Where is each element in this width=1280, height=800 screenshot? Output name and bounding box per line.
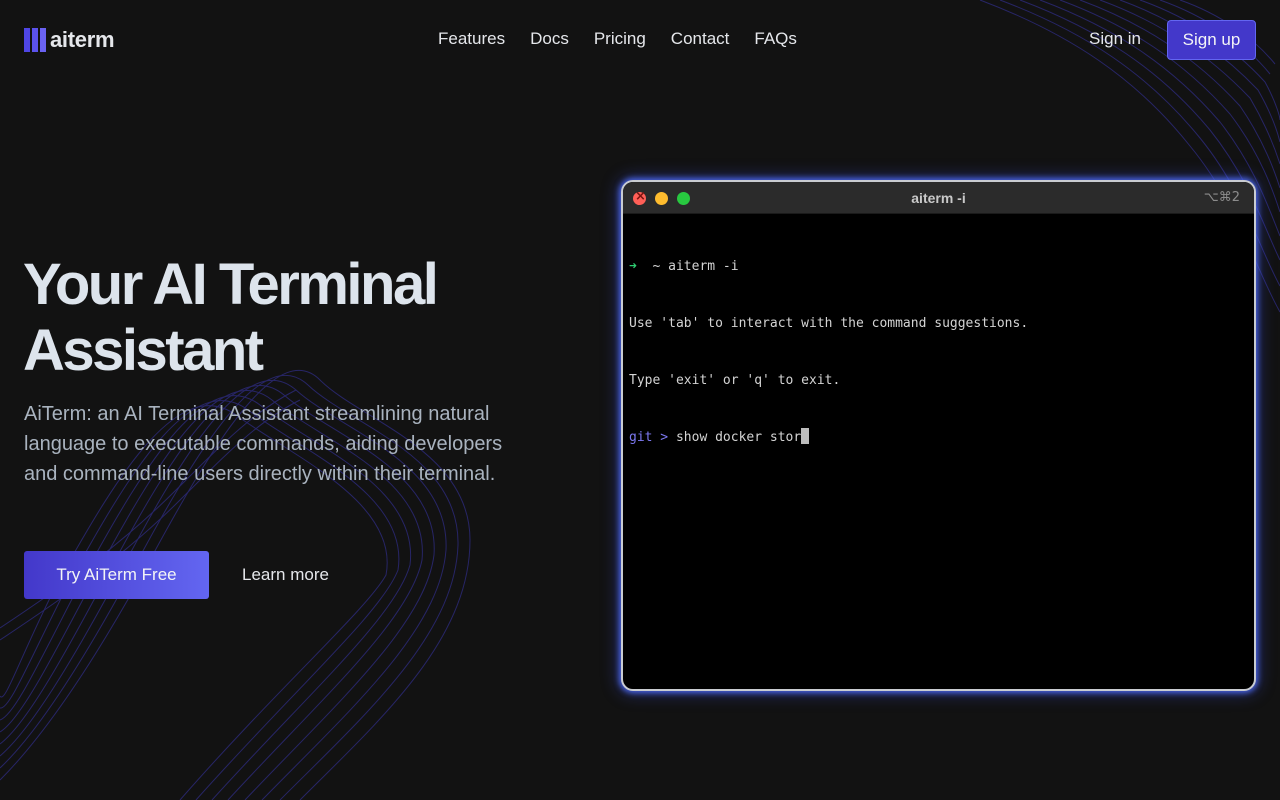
terminal-input-text: show docker stor — [675, 430, 802, 445]
hero-description: AiTerm: an AI Terminal Assistant streaml… — [24, 403, 503, 485]
prompt-dir: ~ — [652, 259, 661, 274]
terminal-window: aiterm -i ⌥⌘2 ➜ ~ aiterm -i Use 'tab' to… — [621, 180, 1256, 691]
bars-logo-icon — [24, 28, 46, 52]
brand-name: aiterm — [50, 27, 115, 52]
nav-item-pricing[interactable]: Pricing — [594, 29, 646, 49]
hero-title: Your AI Terminal Assistant — [23, 252, 543, 384]
logo-link[interactable]: aiterm — [24, 27, 115, 53]
nav-item-docs[interactable]: Docs — [530, 29, 569, 49]
terminal-input-line[interactable]: git > show docker stor — [629, 428, 1248, 447]
terminal-output-line: Type 'exit' or 'q' to exit. — [629, 373, 841, 388]
learn-more-link[interactable]: Learn more — [242, 565, 329, 585]
main-nav: Features Docs Pricing Contact FAQs — [438, 29, 797, 49]
prompt-arrow-icon: ➜ — [629, 259, 637, 274]
context-prompt: git > — [629, 430, 669, 445]
terminal-body[interactable]: ➜ ~ aiterm -i Use 'tab' to interact with… — [629, 219, 1248, 485]
terminal-prompt-line: ➜ ~ aiterm -i — [629, 257, 1248, 276]
nav-item-features[interactable]: Features — [438, 29, 505, 49]
sign-up-button[interactable]: Sign up — [1167, 20, 1256, 60]
nav-item-faqs[interactable]: FAQs — [754, 29, 797, 49]
terminal-title: aiterm -i — [911, 190, 966, 206]
hero-title-line1: Your AI Terminal — [23, 252, 439, 317]
hero-title-line2: Assistant — [23, 318, 264, 383]
terminal-output-line: Use 'tab' to interact with the command s… — [629, 316, 1029, 331]
try-free-button[interactable]: Try AiTerm Free — [24, 551, 209, 599]
terminal-titlebar: aiterm -i ⌥⌘2 — [623, 182, 1254, 214]
nav-item-contact[interactable]: Contact — [671, 29, 730, 49]
text-cursor — [801, 428, 810, 444]
terminal-command: aiterm -i — [668, 259, 739, 274]
terminal-shortcut: ⌥⌘2 — [1203, 190, 1240, 205]
sign-in-link[interactable]: Sign in — [1089, 29, 1141, 49]
site-header: aiterm Features Docs Pricing Contact FAQ… — [0, 0, 1280, 80]
